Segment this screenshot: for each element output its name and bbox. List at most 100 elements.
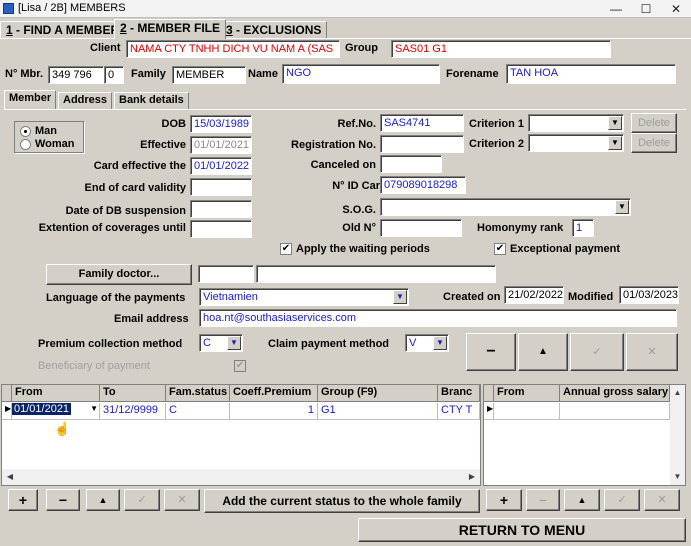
old-no-field[interactable] (380, 219, 462, 237)
man-radio[interactable] (20, 126, 31, 137)
card-effective-field[interactable]: 01/01/2022 (190, 157, 252, 175)
client-field[interactable]: NAMA CTY TNHH DICH VU NAM A (SAS (126, 40, 340, 58)
close-button[interactable]: ✕ (661, 0, 691, 18)
sog-select[interactable]: ▼ (380, 198, 631, 216)
chevron-down-icon[interactable]: ▼ (608, 116, 622, 130)
row-pointer-icon: ▶ (484, 403, 494, 420)
remove-button[interactable]: − (466, 333, 516, 371)
status-fam-cell[interactable]: C (166, 403, 230, 420)
col-header-from[interactable]: From (12, 385, 100, 402)
tab-find-member[interactable]: 1 - FIND A MEMBER (0, 21, 126, 39)
scroll-right-icon[interactable]: ▶ (464, 470, 480, 484)
chevron-down-icon[interactable]: ▼ (90, 404, 98, 413)
mbr-field[interactable]: 349 796 (48, 66, 104, 84)
premium-method-select[interactable]: C ▼ (199, 334, 243, 352)
col-header-coeff-premium[interactable]: Coeff.Premium (230, 385, 318, 402)
homonymy-field[interactable]: 1 (572, 219, 594, 237)
sog-label: S.O.G. (342, 204, 376, 216)
claim-method-select[interactable]: V ▼ (405, 334, 449, 352)
exceptional-payment-label: Exceptional payment (510, 243, 621, 255)
subtab-member[interactable]: Member (4, 90, 57, 109)
chevron-down-icon[interactable]: ▼ (227, 336, 241, 350)
salary-up-arrow-icon[interactable]: ▲ (564, 489, 600, 511)
dob-label: DOB (161, 118, 186, 130)
status-coeff-cell[interactable]: 1 (230, 403, 318, 420)
delete-criterion1-button[interactable]: Delete (631, 113, 677, 133)
add-status-button[interactable]: + (8, 489, 38, 511)
add-current-status-button[interactable]: Add the current status to the whole fami… (204, 489, 480, 513)
cancel-icon[interactable]: ✕ (626, 333, 678, 371)
validate-icon[interactable]: ✓ (570, 333, 624, 371)
woman-label: Woman (35, 138, 75, 150)
remove-salary-button[interactable]: − (526, 489, 560, 511)
status-group-cell[interactable]: G1 (318, 403, 438, 420)
chevron-down-icon[interactable]: ▼ (608, 136, 622, 150)
status-cancel-icon[interactable]: ✕ (164, 489, 200, 511)
waiting-periods-checkbox[interactable]: ✔ (280, 243, 292, 255)
col-header-fam-status[interactable]: Fam.status (166, 385, 230, 402)
id-card-field[interactable]: 079089018298 (380, 176, 466, 194)
end-card-field[interactable] (190, 178, 252, 196)
refno-field[interactable]: SAS4741 (380, 114, 464, 132)
claim-method-label: Claim payment method (268, 338, 390, 350)
salary-grid-scrollbar[interactable]: ▲ ▼ (670, 385, 685, 485)
delete-criterion2-button[interactable]: Delete (631, 133, 677, 153)
extension-field[interactable] (190, 220, 252, 238)
effective-field[interactable]: 01/01/2021 (190, 136, 252, 154)
exceptional-payment-checkbox[interactable]: ✔ (494, 243, 506, 255)
salary-from-cell[interactable] (494, 403, 560, 420)
family-doctor-button[interactable]: Family doctor... (46, 264, 192, 285)
status-validate-icon[interactable]: ✓ (124, 489, 160, 511)
group-field[interactable]: SAS01 G1 (391, 40, 611, 58)
chevron-down-icon[interactable]: ▼ (615, 200, 629, 214)
scroll-down-icon[interactable]: ▼ (670, 470, 685, 484)
app-icon (3, 3, 14, 14)
family-field[interactable]: MEMBER (172, 66, 246, 84)
language-select[interactable]: Vietnamien ▼ (199, 288, 409, 306)
canceled-field[interactable] (380, 155, 442, 173)
return-to-menu-button[interactable]: RETURN TO MENU (358, 518, 686, 542)
email-field[interactable]: hoa.nt@southasiaservices.com (199, 309, 677, 327)
mbr-suffix-field[interactable]: 0 (104, 66, 124, 84)
remove-status-button[interactable]: − (46, 489, 80, 511)
family-doctor-code-field[interactable] (198, 265, 254, 283)
col-header-branch[interactable]: Branc (438, 385, 480, 402)
col-header-to[interactable]: To (100, 385, 166, 402)
tab-exclusions[interactable]: 3 - EXCLUSIONS (220, 21, 328, 39)
row-pointer-icon: ▶ (2, 403, 12, 420)
col-header-annual-salary[interactable]: Annual gross salary (560, 385, 670, 402)
maximize-button[interactable]: ☐ (631, 0, 661, 18)
dob-field[interactable]: 15/03/1989 (190, 115, 252, 133)
criterion2-select[interactable]: ▼ (528, 134, 624, 152)
name-field[interactable]: NGO (282, 64, 440, 84)
title-bar: [Lisa / 2B] MEMBERS — ☐ ✕ (0, 0, 691, 18)
salary-cancel-icon[interactable]: ✕ (644, 489, 680, 511)
scroll-left-icon[interactable]: ◀ (2, 470, 18, 484)
up-arrow-icon[interactable]: ▲ (518, 333, 568, 371)
chevron-down-icon[interactable]: ▼ (433, 336, 447, 350)
subtab-address[interactable]: Address (58, 92, 113, 109)
col-header-group[interactable]: Group (F9) (318, 385, 438, 402)
scroll-up-icon[interactable]: ▲ (670, 386, 685, 400)
tab-member-file[interactable]: 2 - MEMBER FILE (114, 19, 227, 39)
col-header-salary-from[interactable]: From (494, 385, 560, 402)
db-suspension-field[interactable] (190, 200, 252, 218)
status-grid-scrollbar[interactable]: ◀ ▶ (2, 469, 480, 485)
minimize-button[interactable]: — (601, 0, 631, 18)
salary-validate-icon[interactable]: ✓ (604, 489, 640, 511)
criterion1-select[interactable]: ▼ (528, 114, 624, 132)
family-doctor-name-field[interactable] (256, 265, 496, 283)
chevron-down-icon[interactable]: ▼ (393, 290, 407, 304)
woman-radio[interactable] (20, 139, 31, 150)
subtab-bank-details[interactable]: Bank details (114, 92, 189, 109)
beneficiary-checkbox[interactable]: ✔ (234, 360, 246, 372)
criterion2-label: Criterion 2 (469, 138, 525, 150)
status-up-arrow-icon[interactable]: ▲ (86, 489, 120, 511)
salary-value-cell[interactable] (560, 403, 670, 420)
status-from-cell[interactable]: 01/01/2021 ▼ (12, 403, 100, 420)
add-salary-button[interactable]: + (486, 489, 522, 511)
forename-field[interactable]: TAN HOA (506, 64, 676, 84)
registration-field[interactable] (380, 135, 464, 153)
status-to-cell[interactable]: 31/12/9999 (100, 403, 166, 420)
status-branch-cell[interactable]: CTY T (438, 403, 480, 420)
